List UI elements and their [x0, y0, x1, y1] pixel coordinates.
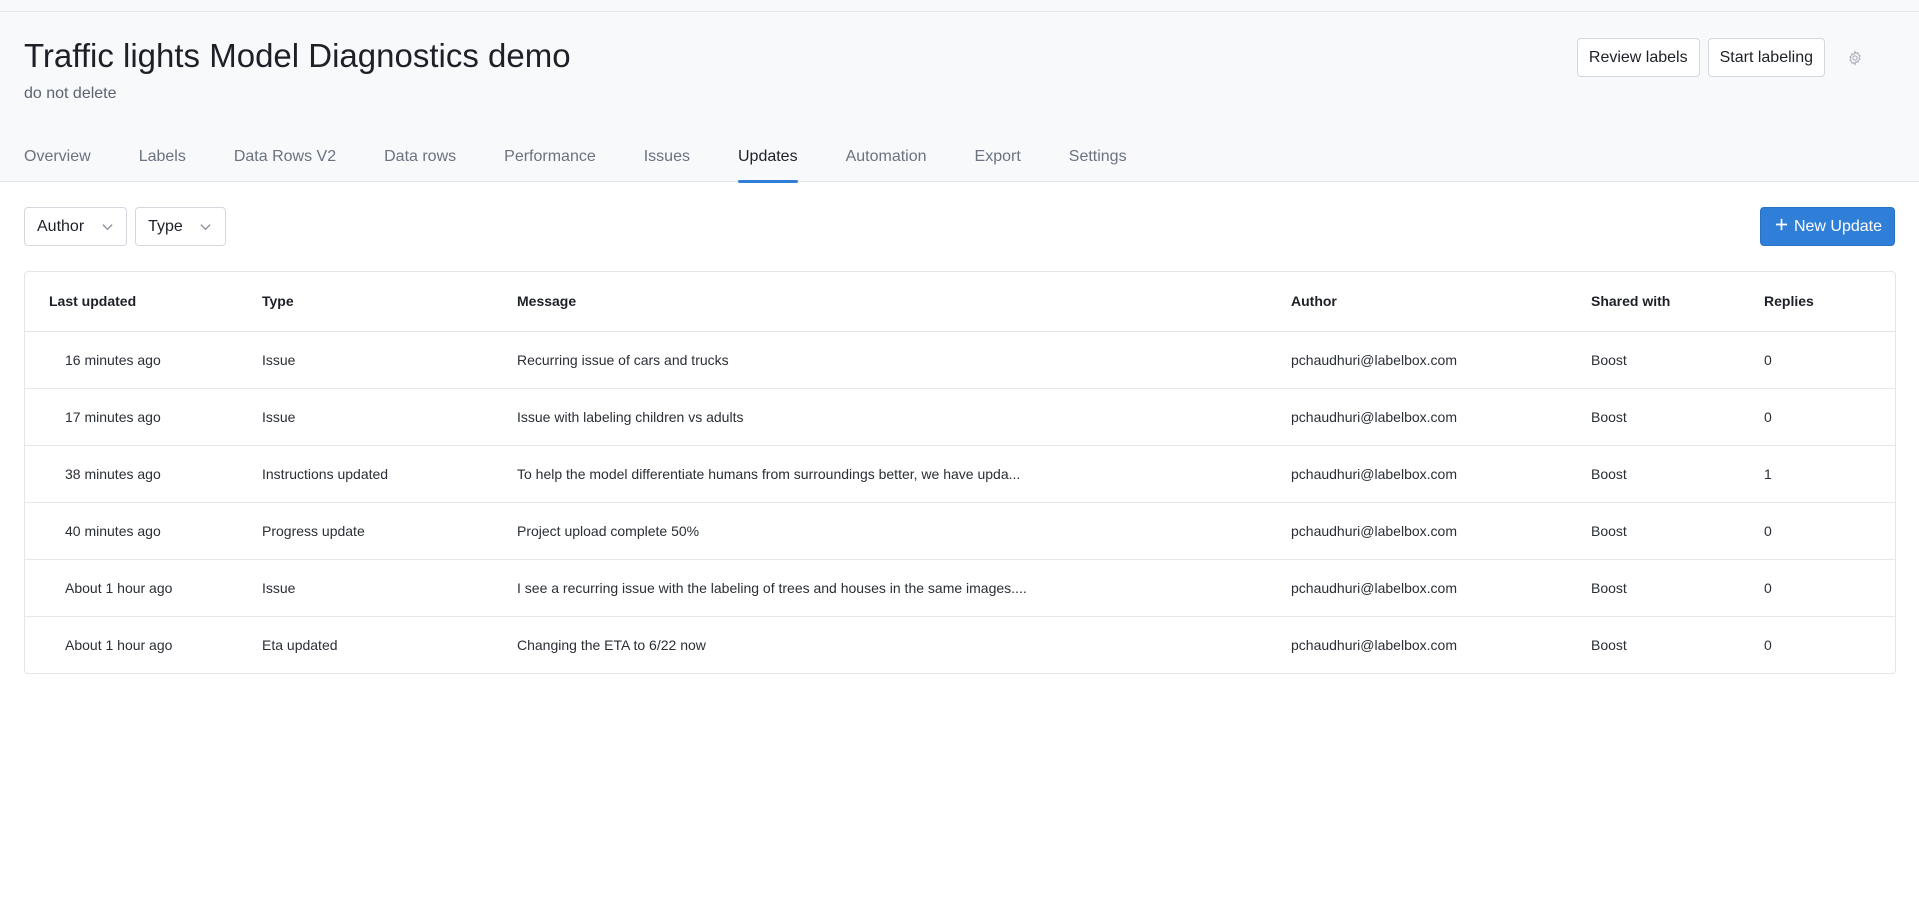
- cell-message: I see a recurring issue with the labelin…: [517, 559, 1291, 617]
- chevron-down-icon: [199, 220, 213, 234]
- cell-type: Issue: [262, 331, 517, 389]
- cell-last-updated: 40 minutes ago: [25, 502, 262, 560]
- table-row[interactable]: 16 minutes ago Issue Recurring issue of …: [25, 331, 1895, 389]
- tab-issues[interactable]: Issues: [644, 136, 690, 182]
- cell-author: pchaudhuri@labelbox.com: [1291, 445, 1591, 503]
- cell-last-updated: About 1 hour ago: [25, 559, 262, 617]
- column-header-message[interactable]: Message: [517, 272, 1291, 332]
- cell-replies: 1: [1764, 445, 1895, 503]
- cell-type: Eta updated: [262, 636, 338, 653]
- table-row[interactable]: About 1 hour ago Eta updated Changing th…: [25, 616, 1895, 673]
- cell-author: pchaudhuri@labelbox.com: [1291, 502, 1591, 560]
- type-filter-label: Type: [148, 217, 183, 235]
- tab-updates[interactable]: Updates: [737, 136, 798, 183]
- tab-data-rows-v2[interactable]: Data Rows V2: [234, 136, 336, 182]
- project-subtitle: do not delete: [24, 85, 117, 102]
- cell-last-updated: 17 minutes ago: [25, 388, 262, 446]
- cell-message: Issue with labeling children vs adults: [517, 388, 1291, 446]
- gear-icon[interactable]: [1839, 38, 1871, 77]
- type-filter-dropdown[interactable]: Type: [135, 207, 226, 246]
- cell-shared-with: Boost: [1591, 502, 1764, 560]
- cell-last-updated: About 1 hour ago: [65, 636, 173, 653]
- page-title: Traffic lights Model Diagnostics demo: [24, 37, 571, 74]
- tab-settings[interactable]: Settings: [1069, 136, 1127, 182]
- header-actions: Review labels Start labeling: [1576, 38, 1871, 77]
- column-header-replies[interactable]: Replies: [1764, 272, 1895, 332]
- column-header-type[interactable]: Type: [262, 272, 517, 332]
- column-header-shared-with[interactable]: Shared with: [1591, 272, 1764, 332]
- cell-message: Changing the ETA to 6/22 now: [517, 636, 706, 653]
- cell-shared-with: Boost: [1591, 559, 1764, 617]
- cell-replies: 0: [1764, 388, 1895, 446]
- table-row[interactable]: 17 minutes ago Issue Issue with labeling…: [25, 388, 1895, 446]
- cell-replies: 0: [1764, 636, 1772, 653]
- review-labels-button[interactable]: Review labels: [1576, 38, 1700, 77]
- cell-shared-with: Boost: [1591, 331, 1764, 389]
- cell-replies: 0: [1764, 502, 1895, 560]
- plus-icon: [1775, 218, 1788, 236]
- cell-shared-with: Boost: [1591, 445, 1764, 503]
- table-header-row: Last updated Type Message Author Shared …: [25, 272, 1895, 332]
- author-filter-dropdown[interactable]: Author: [24, 207, 128, 246]
- new-update-button[interactable]: New Update: [1759, 207, 1895, 246]
- table-row[interactable]: 38 minutes ago Instructions updated To h…: [25, 445, 1895, 503]
- project-header: Traffic lights Model Diagnostics demo do…: [0, 12, 1919, 183]
- cell-type: Issue: [262, 388, 517, 446]
- table-row[interactable]: 40 minutes ago Progress update Project u…: [25, 502, 1895, 560]
- start-labeling-button[interactable]: Start labeling: [1707, 38, 1825, 77]
- chevron-down-icon: [100, 220, 114, 234]
- cell-replies: 0: [1764, 559, 1895, 617]
- tab-data-rows[interactable]: Data rows: [384, 136, 456, 182]
- tab-overview[interactable]: Overview: [24, 136, 91, 182]
- tab-performance[interactable]: Performance: [504, 136, 596, 182]
- cell-author: pchaudhuri@labelbox.com: [1291, 636, 1457, 653]
- cell-shared-with: Boost: [1591, 636, 1627, 653]
- column-header-author[interactable]: Author: [1291, 272, 1591, 332]
- top-bar: [0, 0, 1919, 12]
- cell-message: To help the model differentiate humans f…: [517, 445, 1291, 503]
- updates-table: Last updated Type Message Author Shared …: [24, 271, 1896, 674]
- cell-message: Project upload complete 50%: [517, 502, 1291, 560]
- cell-type: Instructions updated: [262, 445, 517, 503]
- cell-type: Progress update: [262, 502, 517, 560]
- cell-last-updated: 38 minutes ago: [25, 445, 262, 503]
- new-update-label: New Update: [1793, 217, 1882, 235]
- column-header-last-updated[interactable]: Last updated: [25, 272, 262, 332]
- cell-author: pchaudhuri@labelbox.com: [1291, 388, 1591, 446]
- cell-type: Issue: [262, 559, 517, 617]
- tab-export[interactable]: Export: [975, 136, 1021, 182]
- project-tabs: Overview Labels Data Rows V2 Data rows P…: [24, 136, 1175, 183]
- table-row[interactable]: About 1 hour ago Issue I see a recurring…: [25, 559, 1895, 617]
- cell-shared-with: Boost: [1591, 388, 1764, 446]
- cell-author: pchaudhuri@labelbox.com: [1291, 331, 1591, 389]
- filter-bar: Author Type: [24, 207, 226, 246]
- author-filter-label: Author: [37, 217, 85, 235]
- cell-message: Recurring issue of cars and trucks: [517, 331, 1291, 389]
- cell-replies: 0: [1764, 331, 1895, 389]
- cell-last-updated: 16 minutes ago: [25, 331, 262, 389]
- cell-author: pchaudhuri@labelbox.com: [1291, 559, 1591, 617]
- tab-automation[interactable]: Automation: [846, 136, 927, 182]
- tab-labels[interactable]: Labels: [139, 136, 186, 182]
